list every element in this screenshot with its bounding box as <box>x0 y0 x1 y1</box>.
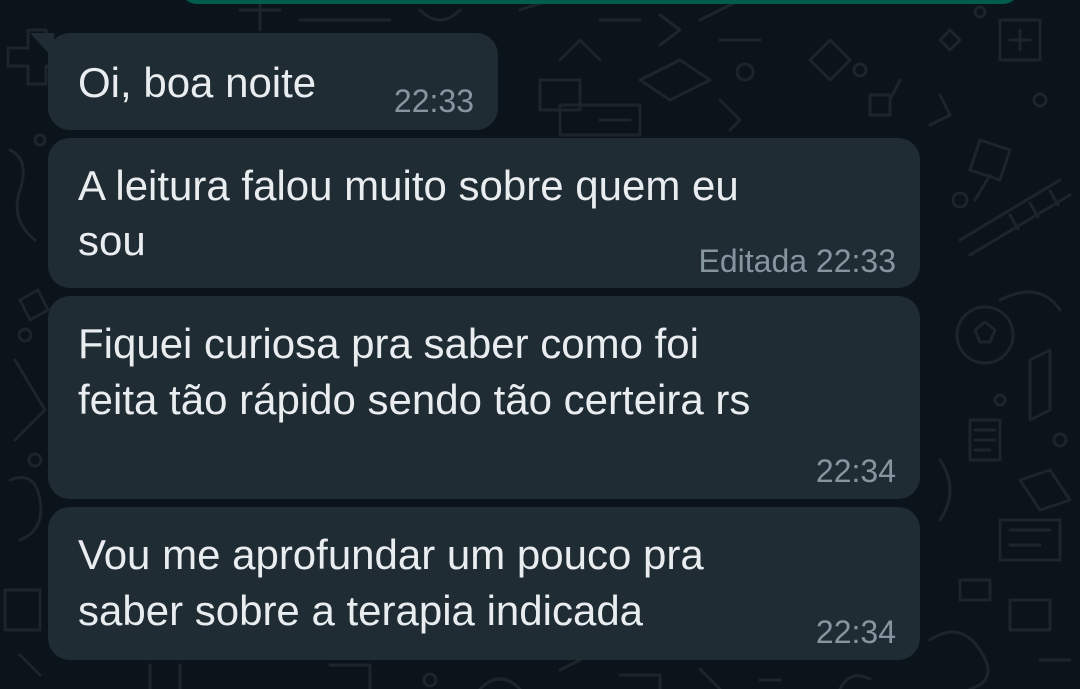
message-time: 22:34 <box>815 614 896 650</box>
incoming-message[interactable]: A leitura falou muito sobre quem eu sou … <box>48 138 920 288</box>
incoming-message[interactable]: Vou me aprofundar um pouco pra saber sob… <box>48 507 920 660</box>
previous-outgoing-message[interactable] <box>180 0 1020 4</box>
message-meta: Editada 22:33 <box>699 243 897 279</box>
message-time: 22:33 <box>815 243 896 279</box>
message-text-line: Fiquei curiosa pra saber como foi <box>78 320 699 367</box>
edited-label: Editada <box>698 243 808 279</box>
message-text-line: saber sobre a terapia indicada <box>78 587 644 634</box>
message-text-line: feita tão rápido sendo tão certeira rs <box>78 376 751 423</box>
message-time: 22:33 <box>393 83 474 119</box>
message-text-line: Vou me aprofundar um pouco pra <box>78 531 704 578</box>
message-text-line: sou <box>78 217 146 264</box>
incoming-message[interactable]: Oi, boa noite 22:33 <box>48 33 498 130</box>
incoming-message[interactable]: Fiquei curiosa pra saber como foi feita … <box>48 296 920 499</box>
message-time: 22:34 <box>815 453 896 489</box>
message-text-line: A leitura falou muito sobre quem eu <box>78 162 739 209</box>
message-text-line: Oi, boa noite <box>78 59 317 106</box>
